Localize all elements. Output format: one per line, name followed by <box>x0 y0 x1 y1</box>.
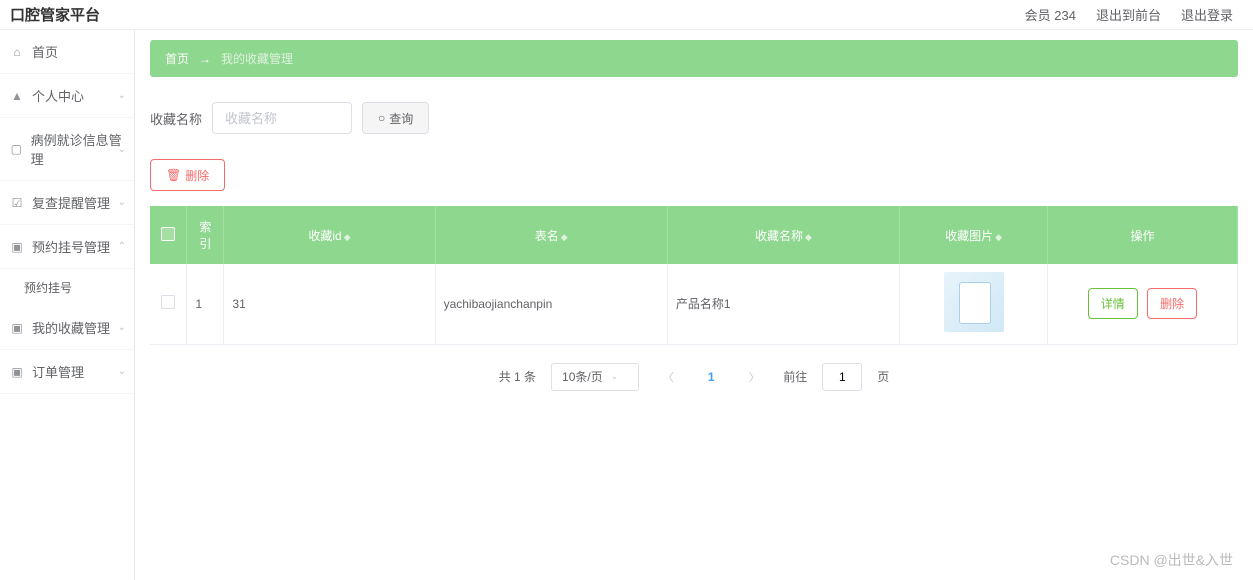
row-detail-button[interactable]: 详情 <box>1088 288 1138 319</box>
page-number-current[interactable]: 1 <box>697 363 725 391</box>
product-image <box>944 272 1004 332</box>
cell-image <box>900 264 1048 344</box>
main-content: 首页 → 我的收藏管理 收藏名称 ○ 查询 🗑 删除 索引 <box>135 30 1253 580</box>
sort-icon: ◆ <box>805 232 812 242</box>
bag-icon: ▣ <box>10 365 24 379</box>
table-header-id[interactable]: 收藏id◆ <box>224 206 435 264</box>
breadcrumb-arrow-icon: → <box>199 52 211 66</box>
search-icon: ○ <box>378 111 385 125</box>
table-header-name[interactable]: 收藏名称◆ <box>667 206 899 264</box>
member-info[interactable]: 会员 234 <box>1025 5 1076 24</box>
sidebar-item-label: 病例就诊信息管理 <box>31 130 124 168</box>
check-icon: ☑ <box>10 196 24 210</box>
sidebar-item-label: 我的收藏管理 <box>32 318 110 337</box>
user-icon: ▲ <box>10 89 24 103</box>
sidebar-item-my-favorites[interactable]: ▣ 我的收藏管理 ⌄ <box>0 306 134 350</box>
sidebar-subitem-appointment[interactable]: 预约挂号 <box>0 269 134 306</box>
app-title: 口腔管家平台 <box>10 4 100 25</box>
chevron-up-icon: ⌃ <box>118 241 126 252</box>
table-row: 1 31 yachibaojianchanpin 产品名称1 详情 删除 <box>150 264 1238 344</box>
page-size-select[interactable]: 10条/页 ⌄ <box>551 363 639 391</box>
chevron-down-icon: ⌄ <box>118 144 126 155</box>
logout-button[interactable]: 退出登录 <box>1181 5 1233 24</box>
cell-id: 31 <box>224 264 435 344</box>
goto-label: 前往 <box>783 368 807 385</box>
filter-name-input[interactable] <box>212 102 352 134</box>
sidebar: ⌂ 首页 ▲ 个人中心 ⌄ ▢ 病例就诊信息管理 ⌄ ☑ 复查提醒管理 ⌄ ▣ … <box>0 30 135 580</box>
sidebar-item-label: 首页 <box>32 42 58 61</box>
select-all-checkbox[interactable] <box>161 227 175 241</box>
chevron-down-icon: ⌄ <box>118 366 126 377</box>
header: 口腔管家平台 会员 234 退出到前台 退出登录 <box>0 0 1253 30</box>
cell-operation: 详情 删除 <box>1047 264 1237 344</box>
filter-label: 收藏名称 <box>150 109 202 128</box>
page-suffix: 页 <box>877 368 889 385</box>
row-delete-button[interactable]: 删除 <box>1147 288 1197 319</box>
sidebar-item-label: 订单管理 <box>32 362 84 381</box>
header-right: 会员 234 退出到前台 退出登录 <box>1025 5 1233 24</box>
sidebar-item-review-reminder[interactable]: ☑ 复查提醒管理 ⌄ <box>0 181 134 225</box>
sidebar-item-case-info[interactable]: ▢ 病例就诊信息管理 ⌄ <box>0 118 134 181</box>
card-icon: ▢ <box>10 142 23 156</box>
chevron-down-icon: ⌄ <box>611 371 619 382</box>
cell-tablename: yachibaojianchanpin <box>435 264 667 344</box>
table-header-tablename[interactable]: 表名◆ <box>435 206 667 264</box>
sidebar-item-orders[interactable]: ▣ 订单管理 ⌄ <box>0 350 134 394</box>
sidebar-item-label: 复查提醒管理 <box>32 193 110 212</box>
watermark: CSDN @出世&入世 <box>1110 550 1233 570</box>
trash-icon: 🗑 <box>166 168 181 182</box>
sidebar-subitem-label: 预约挂号 <box>24 281 72 295</box>
breadcrumb-home[interactable]: 首页 <box>165 50 189 67</box>
row-checkbox[interactable] <box>161 295 175 309</box>
bag-icon: ▣ <box>10 321 24 335</box>
table-header-index[interactable]: 索引 <box>187 206 224 264</box>
sidebar-item-profile[interactable]: ▲ 个人中心 ⌄ <box>0 74 134 118</box>
chevron-down-icon: ⌄ <box>118 90 126 101</box>
sort-icon: ◆ <box>344 232 351 242</box>
data-table: 索引 收藏id◆ 表名◆ 收藏名称◆ 收藏图片◆ 操作 1 31 yachiba… <box>150 206 1238 345</box>
breadcrumb-current: 我的收藏管理 <box>221 50 293 67</box>
sidebar-item-label: 预约挂号管理 <box>32 237 110 256</box>
page-prev-button[interactable]: 〈 <box>654 363 682 391</box>
search-button[interactable]: ○ 查询 <box>362 102 429 134</box>
pagination: 共 1 条 10条/页 ⌄ 〈 1 〉 前往 页 <box>150 363 1238 391</box>
delete-button-label: 删除 <box>185 167 209 184</box>
sidebar-item-label: 个人中心 <box>32 86 84 105</box>
pagination-total: 共 1 条 <box>499 368 536 385</box>
cell-index: 1 <box>187 264 224 344</box>
table-header-operation: 操作 <box>1047 206 1237 264</box>
chevron-down-icon: ⌄ <box>118 197 126 208</box>
cell-name: 产品名称1 <box>667 264 899 344</box>
breadcrumb: 首页 → 我的收藏管理 <box>150 40 1238 77</box>
goto-page-input[interactable] <box>822 363 862 391</box>
exit-to-front-button[interactable]: 退出到前台 <box>1096 5 1161 24</box>
table-header-checkbox <box>150 206 187 264</box>
filter-row: 收藏名称 ○ 查询 <box>150 102 1238 134</box>
sidebar-item-appointment[interactable]: ▣ 预约挂号管理 ⌃ <box>0 225 134 269</box>
search-button-label: 查询 <box>389 110 413 127</box>
bag-icon: ▣ <box>10 240 24 254</box>
page-next-button[interactable]: 〉 <box>740 363 768 391</box>
sort-icon: ◆ <box>995 232 1002 242</box>
batch-delete-button[interactable]: 🗑 删除 <box>150 159 225 191</box>
chevron-down-icon: ⌄ <box>118 322 126 333</box>
sidebar-item-home[interactable]: ⌂ 首页 <box>0 30 134 74</box>
table-header-image[interactable]: 收藏图片◆ <box>900 206 1048 264</box>
home-icon: ⌂ <box>10 45 24 59</box>
sort-icon: ◆ <box>561 232 568 242</box>
